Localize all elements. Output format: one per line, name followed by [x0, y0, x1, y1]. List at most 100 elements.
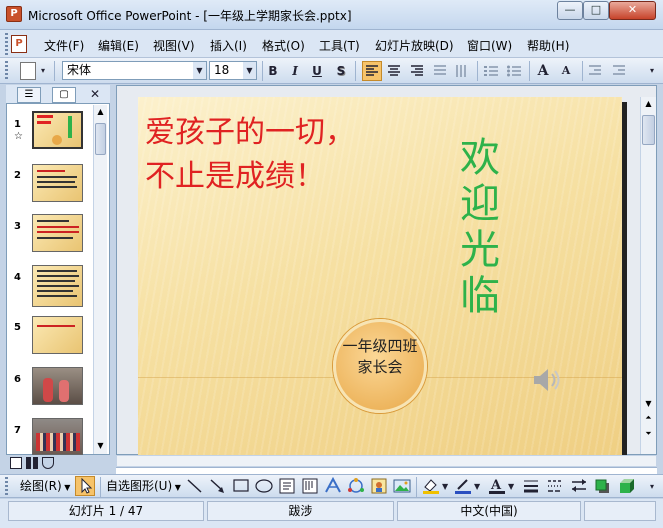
slideshow-view-icon[interactable] — [42, 457, 54, 469]
vertical-text-box-icon[interactable] — [300, 477, 320, 495]
column-layout-button[interactable] — [453, 62, 471, 80]
3d-style-icon[interactable] — [617, 477, 637, 495]
line-color-icon[interactable]: ▼ — [453, 477, 483, 495]
slide-number: 2 — [14, 170, 21, 181]
scroll-up-icon[interactable]: ▲ — [642, 97, 655, 111]
slide-thumbnail-4[interactable] — [32, 265, 83, 307]
wordart-icon[interactable] — [323, 477, 343, 495]
rectangle-tool-icon[interactable] — [231, 477, 251, 495]
slide-canvas[interactable]: 爱孩子的一切， 不止是成绩！ 欢迎光临 一年级四班家长会 — [138, 97, 622, 455]
tab-outline[interactable]: ☰ — [17, 87, 41, 103]
menu-format[interactable]: 格式(O) — [262, 37, 305, 54]
menu-insert[interactable]: 插入(I) — [210, 37, 247, 54]
oval-tool-icon[interactable] — [254, 477, 274, 495]
line-tool-icon[interactable] — [185, 477, 205, 495]
bold-button[interactable]: B — [265, 62, 281, 80]
insert-picture-icon[interactable] — [392, 477, 412, 495]
menu-grip-handle[interactable] — [5, 33, 8, 55]
chevron-down-icon: ▼ — [61, 483, 71, 492]
text-box-icon[interactable] — [277, 477, 297, 495]
class-badge-circle[interactable]: 一年级四班家长会 — [333, 319, 427, 413]
document-icon[interactable]: P — [11, 35, 27, 53]
thumb-photo-child — [59, 380, 69, 402]
slide-vertical-scrollbar[interactable]: ▲ ▼ ⏶ ⏷ — [640, 97, 656, 454]
slide-thumbnail-2[interactable] — [32, 164, 83, 202]
font-color-icon[interactable]: A ▼ — [487, 477, 517, 495]
slide-text-line-2[interactable]: 不止是成绩！ — [145, 151, 325, 195]
toolbar-options-chevron-icon[interactable]: ▾ — [646, 62, 658, 80]
slides-pane-scrollbar[interactable]: ▲ ▼ — [93, 105, 107, 454]
shadow-button[interactable]: S — [333, 62, 349, 80]
slide-sorter-view-icon[interactable] — [26, 457, 38, 469]
draw-menu-button[interactable]: 绘图(R) ▼ — [20, 478, 70, 494]
toolbar-options-chevron-icon[interactable]: ▾ — [646, 478, 658, 496]
welcome-title[interactable]: 欢迎光临 — [455, 135, 505, 319]
next-slide-icon[interactable]: ⏷ — [642, 427, 655, 441]
drawing-toolbar-grip[interactable] — [5, 477, 8, 495]
align-left-button[interactable] — [362, 61, 382, 81]
toolbar-grip-handle[interactable] — [5, 61, 8, 81]
powerpoint-app-icon[interactable]: P — [6, 6, 22, 22]
slide-thumbnail-7-photo[interactable] — [32, 418, 83, 455]
arrow-tool-icon[interactable] — [208, 477, 228, 495]
increase-indent-button[interactable] — [610, 62, 628, 80]
slide-thumbnail-1[interactable] — [32, 111, 83, 149]
previous-slide-icon[interactable]: ⏶ — [642, 411, 655, 425]
menu-file[interactable]: 文件(F) — [44, 37, 84, 54]
decrease-indent-button[interactable] — [586, 62, 604, 80]
normal-view-icon[interactable] — [10, 457, 22, 469]
menu-window[interactable]: 窗口(W) — [467, 37, 512, 54]
slide-thumbnail-3[interactable] — [32, 214, 83, 252]
toolbar-options-chevron-icon[interactable]: ▾ — [38, 62, 48, 80]
slide-counter: 幻灯片 1 / 47 — [8, 501, 204, 521]
thumb-text-line — [37, 290, 73, 292]
arrow-style-icon[interactable] — [569, 477, 589, 495]
menu-slideshow[interactable]: 幻灯片放映(D) — [375, 37, 454, 54]
speaker-icon[interactable] — [532, 367, 562, 393]
fill-color-icon[interactable]: ▼ — [421, 477, 451, 495]
clip-art-icon[interactable] — [369, 477, 389, 495]
distributed-align-button[interactable] — [431, 62, 449, 80]
slide-thumbnail-6-photo[interactable] — [32, 367, 83, 405]
maximize-button[interactable]: □ — [583, 1, 609, 20]
minimize-button[interactable]: — — [557, 1, 583, 20]
dash-style-icon[interactable] — [545, 477, 565, 495]
design-template-name: 跋涉 — [207, 501, 394, 521]
tab-slides[interactable]: ▢ — [52, 87, 76, 103]
slide-horizontal-scrollbar[interactable] — [116, 455, 657, 467]
shrink-font-button[interactable]: A — [557, 62, 575, 80]
pane-close-icon[interactable]: ✕ — [90, 87, 100, 101]
menu-view[interactable]: 视图(V) — [153, 37, 195, 54]
underline-button[interactable]: U — [309, 62, 325, 80]
font-name-dropdown-icon[interactable]: ▼ — [193, 62, 206, 79]
scroll-down-icon[interactable]: ▼ — [95, 439, 106, 453]
font-size-combobox[interactable]: 18 ▼ — [209, 61, 257, 80]
slide-text-line-1[interactable]: 爱孩子的一切， — [145, 107, 355, 151]
font-name-combobox[interactable]: 宋体 ▼ — [62, 61, 207, 80]
menu-tools[interactable]: 工具(T) — [319, 37, 360, 54]
italic-button[interactable]: I — [287, 62, 303, 80]
bullet-list-button[interactable] — [505, 62, 523, 80]
menu-edit[interactable]: 编辑(E) — [98, 37, 139, 54]
decrease-indent-icon — [589, 65, 601, 75]
scroll-down-icon[interactable]: ▼ — [642, 397, 655, 411]
autoshapes-menu-button[interactable]: 自选图形(U) ▼ — [106, 478, 181, 494]
align-center-button[interactable] — [385, 62, 403, 80]
scroll-up-icon[interactable]: ▲ — [95, 105, 106, 119]
grow-font-button[interactable]: A — [534, 62, 552, 80]
line-style-icon[interactable] — [521, 477, 541, 495]
diagram-icon[interactable] — [346, 477, 366, 495]
close-button[interactable]: ✕ — [609, 1, 656, 20]
notes-pane[interactable] — [116, 467, 657, 474]
increase-indent-icon — [613, 65, 625, 75]
new-document-icon[interactable] — [20, 62, 36, 80]
shadow-style-icon[interactable] — [593, 477, 613, 495]
font-size-dropdown-icon[interactable]: ▼ — [243, 62, 256, 79]
menu-help[interactable]: 帮助(H) — [527, 37, 569, 54]
scrollbar-thumb[interactable] — [95, 123, 106, 155]
slide-thumbnail-5[interactable] — [32, 316, 83, 354]
scrollbar-thumb[interactable] — [642, 115, 655, 145]
numbered-list-button[interactable] — [482, 62, 500, 80]
align-right-button[interactable] — [408, 62, 426, 80]
select-objects-button[interactable] — [75, 476, 95, 496]
